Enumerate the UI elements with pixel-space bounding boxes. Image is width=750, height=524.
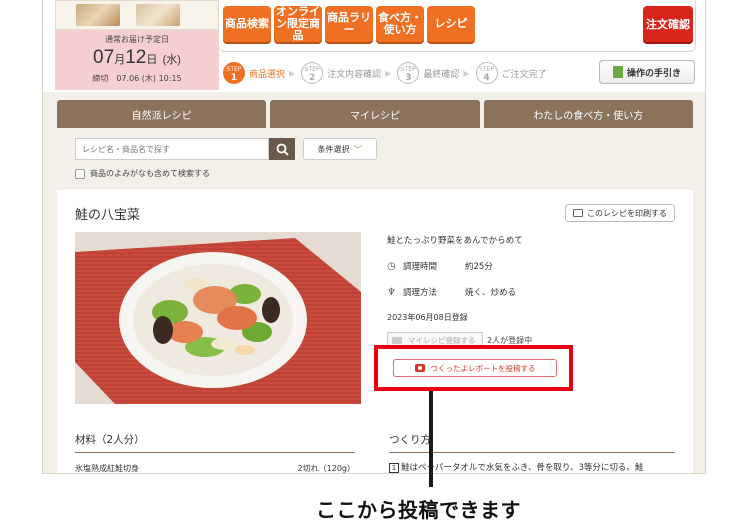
delivery-date-panel: 通常お届け予定日 07月12日 (水) 締切 07.06 (木) 10:15 <box>55 30 219 90</box>
step-4: STEP 4 ご注文完了 <box>475 62 547 84</box>
book-icon <box>612 66 623 78</box>
tab-how-to-eat[interactable]: わたしの食べ方・使い方 <box>483 100 693 128</box>
order-deadline: 締切 07.06 (木) 10:15 <box>92 74 182 83</box>
cook-method-value: 焼く、炒める <box>465 288 517 298</box>
chevron-down-icon: ﹀ <box>353 145 363 156</box>
step-number-badge: 1 <box>389 463 399 473</box>
cook-time-row: ◷ 調理時間 約25分 <box>387 260 493 273</box>
utensils-icon: ♆ <box>387 286 396 298</box>
filter-select-button[interactable]: 条件選択 ﹀ <box>303 138 377 160</box>
search-icon <box>276 143 289 156</box>
step-badge: STEP 3 <box>397 62 420 84</box>
menu-product-rally[interactable]: 商品ラリー <box>325 6 373 42</box>
dish-image <box>75 232 361 404</box>
banner-image[interactable] <box>136 4 180 26</box>
search-input[interactable] <box>75 138 269 160</box>
registered-date: 2023年06月08日登録 <box>387 313 468 322</box>
manual-button[interactable]: 操作の手引き <box>599 60 695 84</box>
menu-product-search[interactable]: 商品検索 <box>223 6 271 42</box>
order-confirm-button[interactable]: 注文確認 <box>643 6 693 42</box>
my-recipe-count: 2人が登録中 <box>487 335 533 345</box>
step-arrow-icon: ▶ <box>463 68 470 78</box>
step-arrow-icon: ▶ <box>289 68 296 78</box>
recipe-tabs: 自然派レシピ マイレシピ わたしの食べ方・使い方 <box>57 100 693 128</box>
site-header: 通常お届け予定日 07月12日 (水) 締切 07.06 (木) 10:15 商… <box>43 0 705 92</box>
highlight-box <box>374 345 573 391</box>
bookmark-icon <box>392 336 402 344</box>
kana-checkbox[interactable] <box>75 168 85 179</box>
recipe-description: 鮭とたっぷり野菜をあんでからめて <box>387 236 523 246</box>
step-arrow-icon: ▶ <box>385 68 392 78</box>
printer-icon <box>573 209 583 217</box>
recipe-card: 鮭の八宝菜 このレシピを印刷する 鮭とたっぷり野菜をあんでからめて ◷ 調理時間… <box>57 190 693 473</box>
step-1: STEP 1 商品選択 ▶ <box>223 62 295 84</box>
recipe-photo <box>75 232 361 404</box>
tab-natural-recipe[interactable]: 自然派レシピ <box>57 100 267 128</box>
menu-online-only[interactable]: オンライン限定商品 <box>274 6 322 42</box>
ingredient-row: 氷塩熟成紅鮭切身 2切れ（120g） <box>75 464 355 473</box>
menu-how-to-eat[interactable]: 食べ方・使い方 <box>376 6 424 42</box>
kana-checkbox-label: 商品のよみがなも含めて検索する <box>90 169 210 178</box>
cook-method-row: ♆ 調理方法 焼く、炒める <box>387 286 517 299</box>
search-button[interactable] <box>269 138 295 160</box>
print-recipe-button[interactable]: このレシピを印刷する <box>565 204 675 222</box>
kana-checkbox-row[interactable]: 商品のよみがなも含めて検索する <box>75 168 210 179</box>
banner-thumbnails[interactable] <box>55 0 219 30</box>
step-3: STEP 3 最終確認 ▶ <box>397 62 470 84</box>
cook-time-value: 約25分 <box>465 262 493 272</box>
banner-image[interactable] <box>76 4 120 26</box>
step-2: STEP 2 注文内容確認 ▶ <box>301 62 391 84</box>
clock-icon: ◷ <box>387 260 396 272</box>
step-badge: STEP 1 <box>223 62 245 84</box>
global-menu: 商品検索 オンライン限定商品 商品ラリー 食べ方・使い方 レシピ 注文確認 <box>218 0 696 52</box>
search-panel: 条件選択 ﹀ 商品のよみがなも含めて検索する <box>57 128 693 186</box>
tab-my-recipe[interactable]: マイレシピ <box>270 100 480 128</box>
order-steps: STEP 1 商品選択 ▶ STEP 2 注文内容確認 ▶ STEP 3 最終確認 ▶ ST… <box>223 62 553 84</box>
pointer-line <box>429 391 433 487</box>
delivery-label: 通常お届け予定日 <box>105 35 169 44</box>
annotation-caption: ここから投稿できます <box>316 498 521 522</box>
step-badge: STEP 2 <box>301 62 324 84</box>
delivery-date: 07月12日 (水) <box>93 47 181 68</box>
menu-recipe[interactable]: レシピ <box>427 6 475 42</box>
recipe-info: 鮭とたっぷり野菜をあんでからめて ◷ 調理時間 約25分 ♆ 調理方法 焼く、炒… <box>387 234 677 323</box>
recipe-title: 鮭の八宝菜 <box>75 208 141 223</box>
ingredients-heading: 材料（2人分） <box>75 432 355 453</box>
app-window: 通常お届け予定日 07月12日 (水) 締切 07.06 (木) 10:15 商… <box>42 0 706 474</box>
step-badge: STEP 4 <box>475 62 498 84</box>
